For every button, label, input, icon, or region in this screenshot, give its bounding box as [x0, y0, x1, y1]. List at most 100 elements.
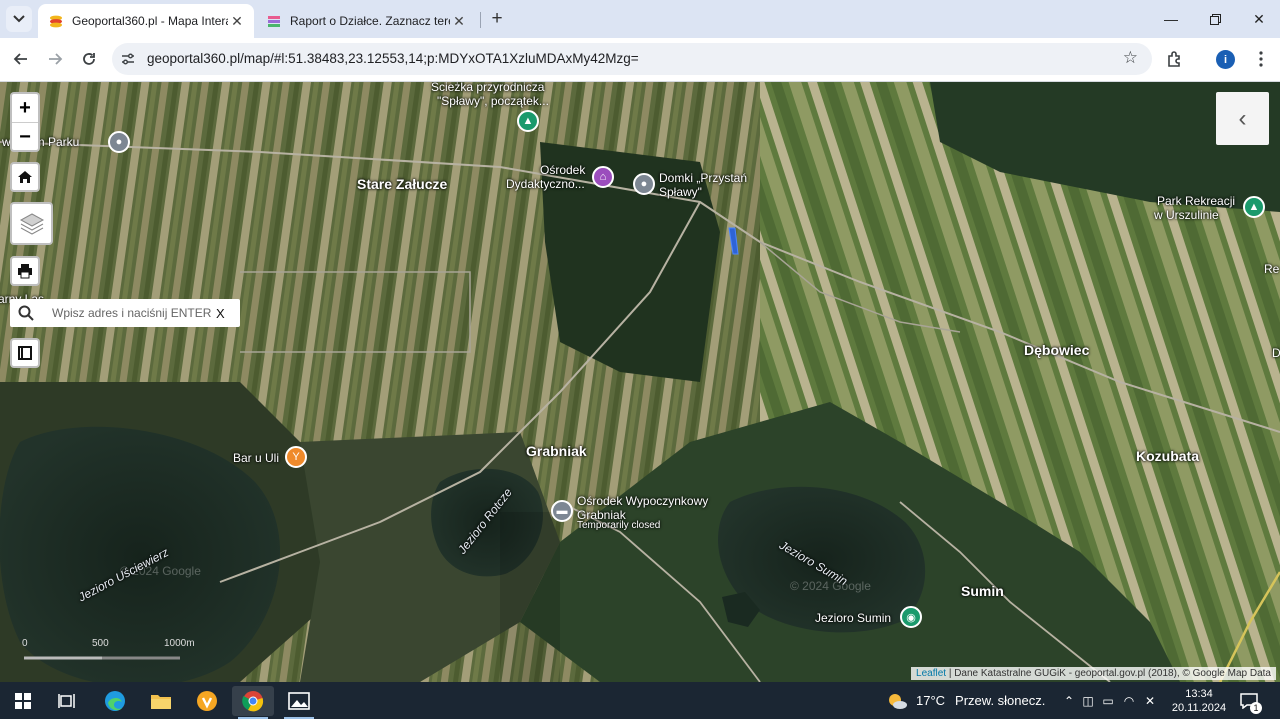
zoom-out-button[interactable]: −	[12, 123, 38, 151]
weather-text: Przew. słonecz.	[955, 693, 1046, 708]
book-button[interactable]	[10, 338, 40, 368]
map-viewport[interactable]: © 2024 Google © 2024 Google w...skim Par…	[0, 82, 1280, 682]
map-label: Dębowiec	[1024, 342, 1090, 358]
lake-marker-icon[interactable]: ◉	[900, 606, 922, 628]
edge-taskbar-icon[interactable]	[100, 686, 130, 716]
wifi-icon[interactable]: ◠	[1118, 694, 1140, 708]
printer-icon	[18, 264, 32, 279]
location-pin-icon[interactable]: ●	[108, 131, 130, 153]
start-button[interactable]	[8, 686, 38, 716]
weather-widget[interactable]: 17°C Przew. słonecz.	[886, 682, 1045, 719]
notifications-button[interactable]: 1	[1240, 682, 1262, 719]
clock[interactable]: 13:34 20.11.2024	[1168, 682, 1230, 719]
leaflet-link[interactable]: Leaflet	[916, 668, 946, 679]
map-label: Re	[1264, 262, 1280, 276]
close-tab-icon[interactable]: ✕	[450, 12, 468, 30]
attribution-text: | Dane Katastralne GUGiK - geoportal.gov…	[946, 668, 1271, 679]
meet-now-icon[interactable]: ◫	[1078, 694, 1098, 708]
more-vert-icon	[1259, 51, 1263, 67]
layers-icon	[19, 212, 44, 235]
tree-icon[interactable]: ▲	[517, 110, 539, 132]
raport-favicon-icon	[266, 13, 282, 29]
chevron-up-icon[interactable]: ⌃	[1060, 694, 1078, 708]
restore-icon	[1209, 13, 1221, 25]
layers-button[interactable]	[10, 202, 53, 245]
scale-tick: 1000m	[164, 638, 195, 649]
scale-tick: 0	[22, 638, 28, 649]
bar-icon[interactable]: Y	[285, 446, 307, 468]
map-label: w Urszulinie	[1154, 208, 1219, 222]
puzzle-icon	[1168, 51, 1180, 67]
clock-date: 20.11.2024	[1171, 701, 1227, 714]
map-label: Bar u Uli	[233, 451, 280, 465]
chrome-taskbar-icon[interactable]	[232, 686, 274, 716]
hotel-icon[interactable]: ▬	[551, 500, 573, 522]
scale-tick: 500	[92, 638, 109, 649]
speaker-muted-icon[interactable]: ✕	[1140, 694, 1160, 708]
tab-separator	[480, 12, 481, 28]
zoom-in-button[interactable]: +	[12, 94, 38, 123]
home-button[interactable]	[10, 162, 40, 192]
battery-icon[interactable]: ▭	[1098, 694, 1118, 708]
book-icon	[18, 346, 32, 360]
reload-button[interactable]	[76, 46, 102, 72]
search-icon[interactable]	[10, 305, 42, 321]
print-button[interactable]	[10, 256, 40, 286]
map-label: Stare Załucze	[357, 176, 448, 192]
vpn-taskbar-icon[interactable]	[192, 686, 222, 716]
geoportal-favicon-icon	[48, 13, 64, 29]
task-view-icon	[58, 694, 75, 708]
map-label: Jezioro Sumin	[815, 611, 892, 625]
map-label: "Spławy", początek...	[437, 94, 549, 108]
browser-menu-button[interactable]	[1248, 46, 1274, 72]
clock-time: 13:34	[1185, 687, 1213, 700]
close-tab-icon[interactable]: ✕	[228, 12, 246, 30]
tab-raport[interactable]: Raport o Działce. Zaznacz teren ✕	[256, 4, 476, 38]
file-explorer-taskbar-icon[interactable]	[146, 686, 176, 716]
new-tab-button[interactable]: +	[486, 8, 508, 30]
search-clear-button[interactable]: X	[216, 306, 240, 321]
map-label: Ścieżka przyrodnicza	[431, 82, 545, 94]
system-tray: ⌃ ◫ ▭ ◠ ✕	[1060, 682, 1160, 719]
tree-icon[interactable]: ▲	[1243, 196, 1265, 218]
forward-button[interactable]	[42, 46, 68, 72]
map-label: Spławy"	[659, 185, 702, 199]
extensions-button[interactable]	[1162, 46, 1188, 72]
tab-strip: Geoportal360.pl - Mapa Interak ✕ Raport …	[0, 0, 1280, 38]
map-label: Park Rekreacji	[1157, 194, 1236, 208]
map-label: Dydaktyczno...	[506, 177, 585, 191]
address-search[interactable]: Wpisz adres i naciśnij ENTER X	[10, 299, 240, 327]
search-input[interactable]: Wpisz adres i naciśnij ENTER	[42, 306, 216, 320]
map-attribution: Leaflet | Dane Katastralne GUGiK - geopo…	[911, 667, 1276, 680]
reload-icon	[83, 53, 95, 65]
profile-avatar[interactable]: i	[1216, 50, 1235, 69]
close-window-button[interactable]: ✕	[1244, 6, 1274, 32]
back-button[interactable]	[8, 46, 34, 72]
zoom-control: + −	[10, 92, 40, 152]
satellite-imagery	[0, 82, 1280, 682]
task-view-button[interactable]	[52, 686, 82, 716]
restore-button[interactable]	[1200, 6, 1230, 32]
map-label: Domki „Przystań	[659, 171, 748, 185]
school-icon[interactable]: ⌂	[592, 166, 614, 188]
tab-title: Raport o Działce. Zaznacz teren	[290, 14, 450, 28]
windows-taskbar: 17°C Przew. słonecz. ⌃ ◫ ▭ ◠ ✕ 13:34 20.…	[0, 682, 1280, 719]
url-text: geoportal360.pl/map/#l:51.38483,23.12553…	[147, 51, 639, 66]
map-label: Sumin	[961, 583, 1004, 599]
site-settings-icon[interactable]	[120, 51, 136, 67]
map-label: Temporarily closed	[577, 520, 661, 531]
map-label: Ośrodek	[540, 163, 586, 177]
windows-logo-icon	[15, 693, 31, 709]
tab-search-button[interactable]	[6, 6, 32, 32]
arrow-right-icon	[49, 53, 63, 65]
tab-geoportal[interactable]: Geoportal360.pl - Mapa Interak ✕	[38, 4, 254, 38]
browser-toolbar: geoportal360.pl/map/#l:51.38483,23.12553…	[0, 38, 1280, 82]
location-pin-icon[interactable]: ●	[633, 173, 655, 195]
minimize-button[interactable]: —	[1156, 6, 1186, 32]
address-bar[interactable]: geoportal360.pl/map/#l:51.38483,23.12553…	[112, 43, 1152, 75]
photos-taskbar-icon[interactable]	[284, 686, 314, 716]
map-label: Ośrodek Wypoczynkowy	[577, 494, 709, 508]
panel-collapse-button[interactable]: ‹	[1216, 92, 1269, 145]
bookmark-star-icon[interactable]: ☆	[1123, 48, 1138, 68]
map-label: Kozubata	[1136, 448, 1199, 464]
